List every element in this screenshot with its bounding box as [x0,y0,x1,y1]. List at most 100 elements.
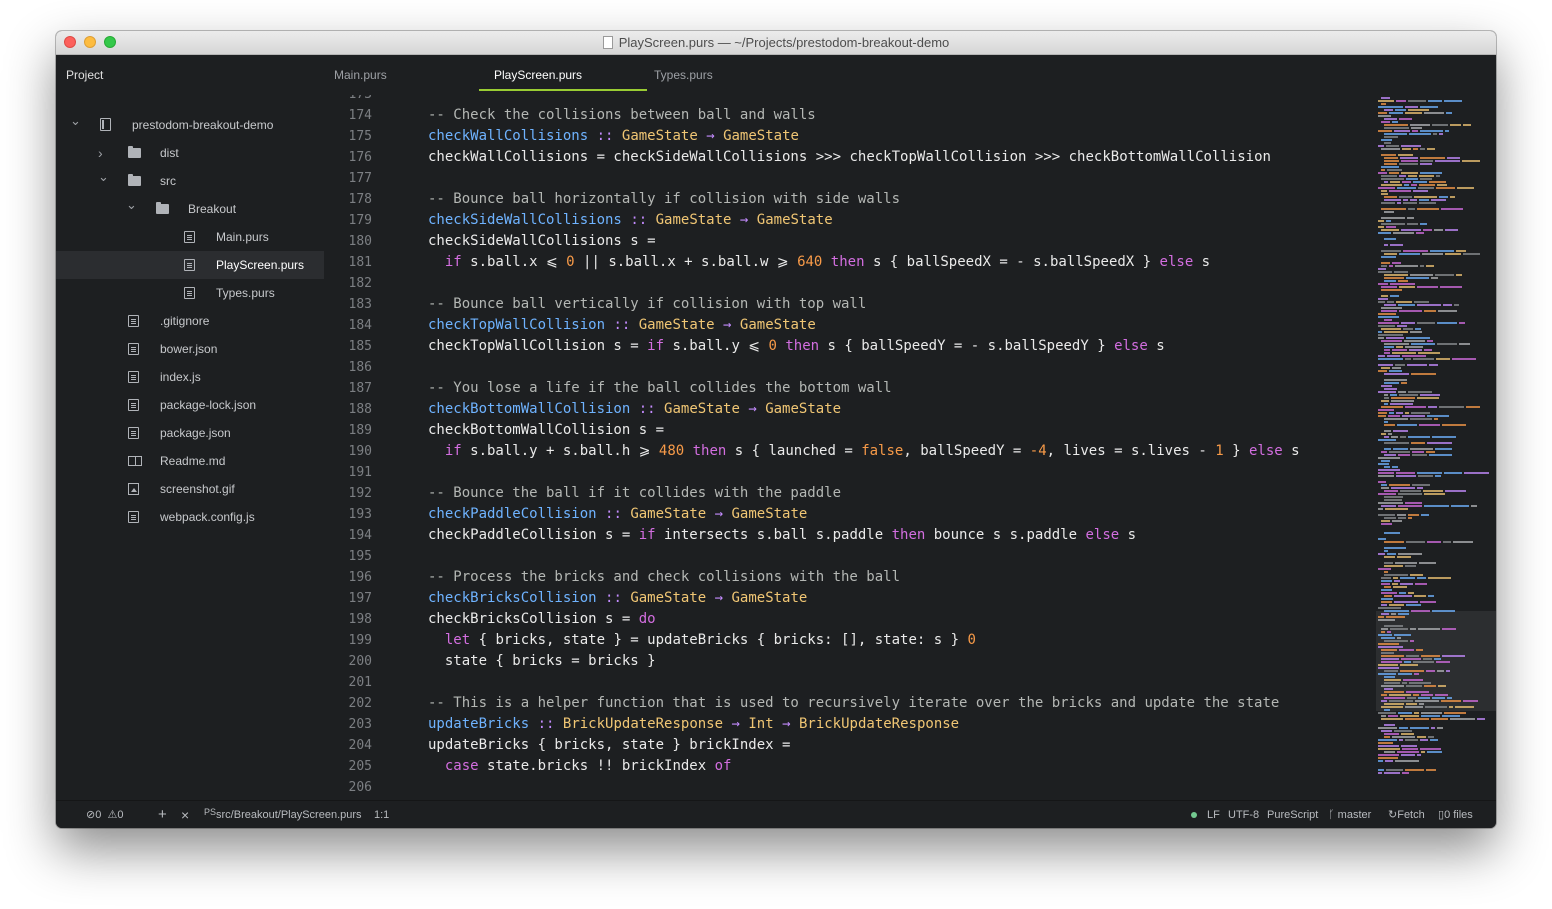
minimap-line [1394,730,1412,732]
chevron-down-icon[interactable]: ⌄ [70,107,81,135]
code-line[interactable]: checkTopWallCollision :: GameState → Gam… [428,315,816,336]
git-fetch-button[interactable]: ↻Fetch [1388,801,1425,828]
tab-types-purs[interactable]: Types.purs [654,55,713,95]
code-line[interactable]: -- Check the collisions between ball and… [428,105,816,126]
minimap-line [1404,340,1425,342]
chevron-down-icon[interactable]: ⌄ [126,191,137,219]
code-line[interactable]: if s.ball.y + s.ball.h ⩾ 480 then s { la… [428,441,1300,462]
add-terminal-button[interactable]: + [158,801,167,828]
tab-playscreen-purs[interactable]: PlayScreen.purs [478,55,648,95]
minimap-line [1392,520,1402,522]
tree-item[interactable]: index.js [56,363,324,391]
project-tree: ⌄ prestodom-breakout-demo › dist ⌄ src ⌄ Breako… [56,95,324,800]
code-line[interactable]: checkPaddleCollision s = if intersects s… [428,525,1136,546]
minimap-line [1396,472,1415,474]
code-line[interactable]: -- This is a helper function that is use… [428,693,1279,714]
encoding-selector[interactable]: UTF-8 [1228,801,1259,828]
code-line[interactable]: checkPaddleCollision :: GameState → Game… [428,504,807,525]
code-line[interactable]: checkWallCollisions :: GameState → GameS… [428,126,799,147]
tree-item[interactable]: Types.purs [56,279,324,307]
code-token: → [748,401,757,417]
status-bar: ⊘0 ⚠0 + × PSsrc/Breakout/PlayScreen.purs… [56,800,1496,828]
minimap-line [1378,268,1386,270]
code-line[interactable]: checkTopWallCollision s = if s.ball.y ⩽ … [428,336,1165,357]
tree-item[interactable]: › dist [56,139,324,167]
code-line[interactable]: checkBottomWallCollision s = [428,420,664,441]
code-line[interactable]: updateBricks :: BrickUpdateResponse → In… [428,714,959,735]
chevron-down-icon[interactable]: ⌄ [98,163,109,191]
tree-item[interactable]: package.json [56,419,324,447]
code-line[interactable]: checkBottomWallCollision :: GameState → … [428,399,841,420]
cursor-position[interactable]: 1:1 [374,801,389,828]
minimap-line [1405,406,1426,408]
file-path-status[interactable]: PSsrc/Breakout/PlayScreen.purs [204,801,362,828]
line-ending-selector[interactable]: LF [1207,801,1220,828]
code-line[interactable]: -- Bounce ball vertically if collision w… [428,294,866,315]
minimap-line [1436,175,1440,177]
minimap-line [1405,769,1424,771]
minimap-line [1384,133,1407,135]
code-line[interactable]: state { bricks = bricks } [428,651,656,672]
tree-item[interactable]: ⌄ Breakout [56,195,324,223]
minimap-line [1381,385,1392,387]
minimap-line [1409,349,1422,351]
minimap[interactable] [1376,95,1496,800]
tree-item[interactable]: Readme.md [56,447,324,475]
minimap-line [1394,634,1411,636]
code-line[interactable]: case state.bricks !! brickIndex of [428,756,732,777]
minimap-line [1384,670,1398,672]
tab-main-purs[interactable]: Main.purs [334,55,387,95]
minimap-line [1384,640,1408,642]
minimap-line [1393,586,1407,588]
grammar-selector[interactable]: PureScript [1267,801,1318,828]
minimap-line [1378,508,1383,510]
minimap-line [1390,628,1408,630]
tree-item[interactable]: Main.purs [56,223,324,251]
code-line[interactable]: checkWallCollisions = checkSideWallColli… [428,147,1271,168]
tree-item[interactable]: .gitignore [56,307,324,335]
minimap-line [1413,148,1418,150]
github-files-status[interactable]: ▯0 files [1438,801,1473,828]
code-line[interactable]: let { bricks, state } = updateBricks { b… [428,630,976,651]
minimap-line [1420,748,1441,750]
minimap-line [1419,175,1434,177]
minimap-line [1432,697,1445,699]
minimap-line [1406,655,1419,657]
tree-item[interactable]: package-lock.json [56,391,324,419]
minimap-line [1403,328,1413,330]
diagnostics-status[interactable]: ⊘0 ⚠0 [86,801,123,828]
code-line[interactable]: checkSideWallCollisions s = [428,231,656,252]
code-line[interactable]: -- Bounce ball horizontally if collision… [428,189,900,210]
tree-item[interactable]: screenshot.gif [56,475,324,503]
minimap-line [1378,106,1403,108]
code-line[interactable]: -- Bounce the ball if it collides with t… [428,483,841,504]
tree-item[interactable]: ⌄ src [56,167,324,195]
code-line[interactable]: checkSideWallCollisions :: GameState → G… [428,210,833,231]
code-line[interactable]: -- Process the bricks and check collisio… [428,567,900,588]
tree-item[interactable]: bower.json [56,335,324,363]
code-editor[interactable]: -- Check the collisions between ball and… [386,95,1376,800]
code-line[interactable]: checkBricksCollision :: GameState → Game… [428,588,807,609]
code-line[interactable]: -- You lose a life if the ball collides … [428,378,892,399]
minimap-line [1384,448,1391,450]
code-line[interactable]: updateBricks { bricks, state } brickInde… [428,735,790,756]
code-line[interactable]: if s.ball.x ⩽ 0 || s.ball.x + s.ball.w ⩾… [428,252,1210,273]
minimap-line [1463,253,1480,255]
minimap-line [1444,472,1462,474]
tree-item[interactable]: ⌄ prestodom-breakout-demo [56,111,324,139]
code-token: GameState [731,506,808,522]
minimap-line [1378,502,1403,504]
tree-item[interactable]: webpack.config.js [56,503,324,531]
tree-item[interactable]: PlayScreen.purs [56,251,324,279]
close-terminal-button[interactable]: × [181,801,189,828]
minimap-line [1378,409,1394,411]
minimap-line [1381,583,1390,585]
code-line[interactable]: checkBricksCollision s = do [428,609,656,630]
project-panel-title[interactable]: Project [66,55,103,95]
tab-bar: Project Main.purs PlayScreen.purs Types.… [56,55,1496,95]
minimap-line [1429,364,1438,366]
minimap-line [1445,490,1466,492]
git-branch[interactable]: ᚴ master [1328,801,1371,828]
